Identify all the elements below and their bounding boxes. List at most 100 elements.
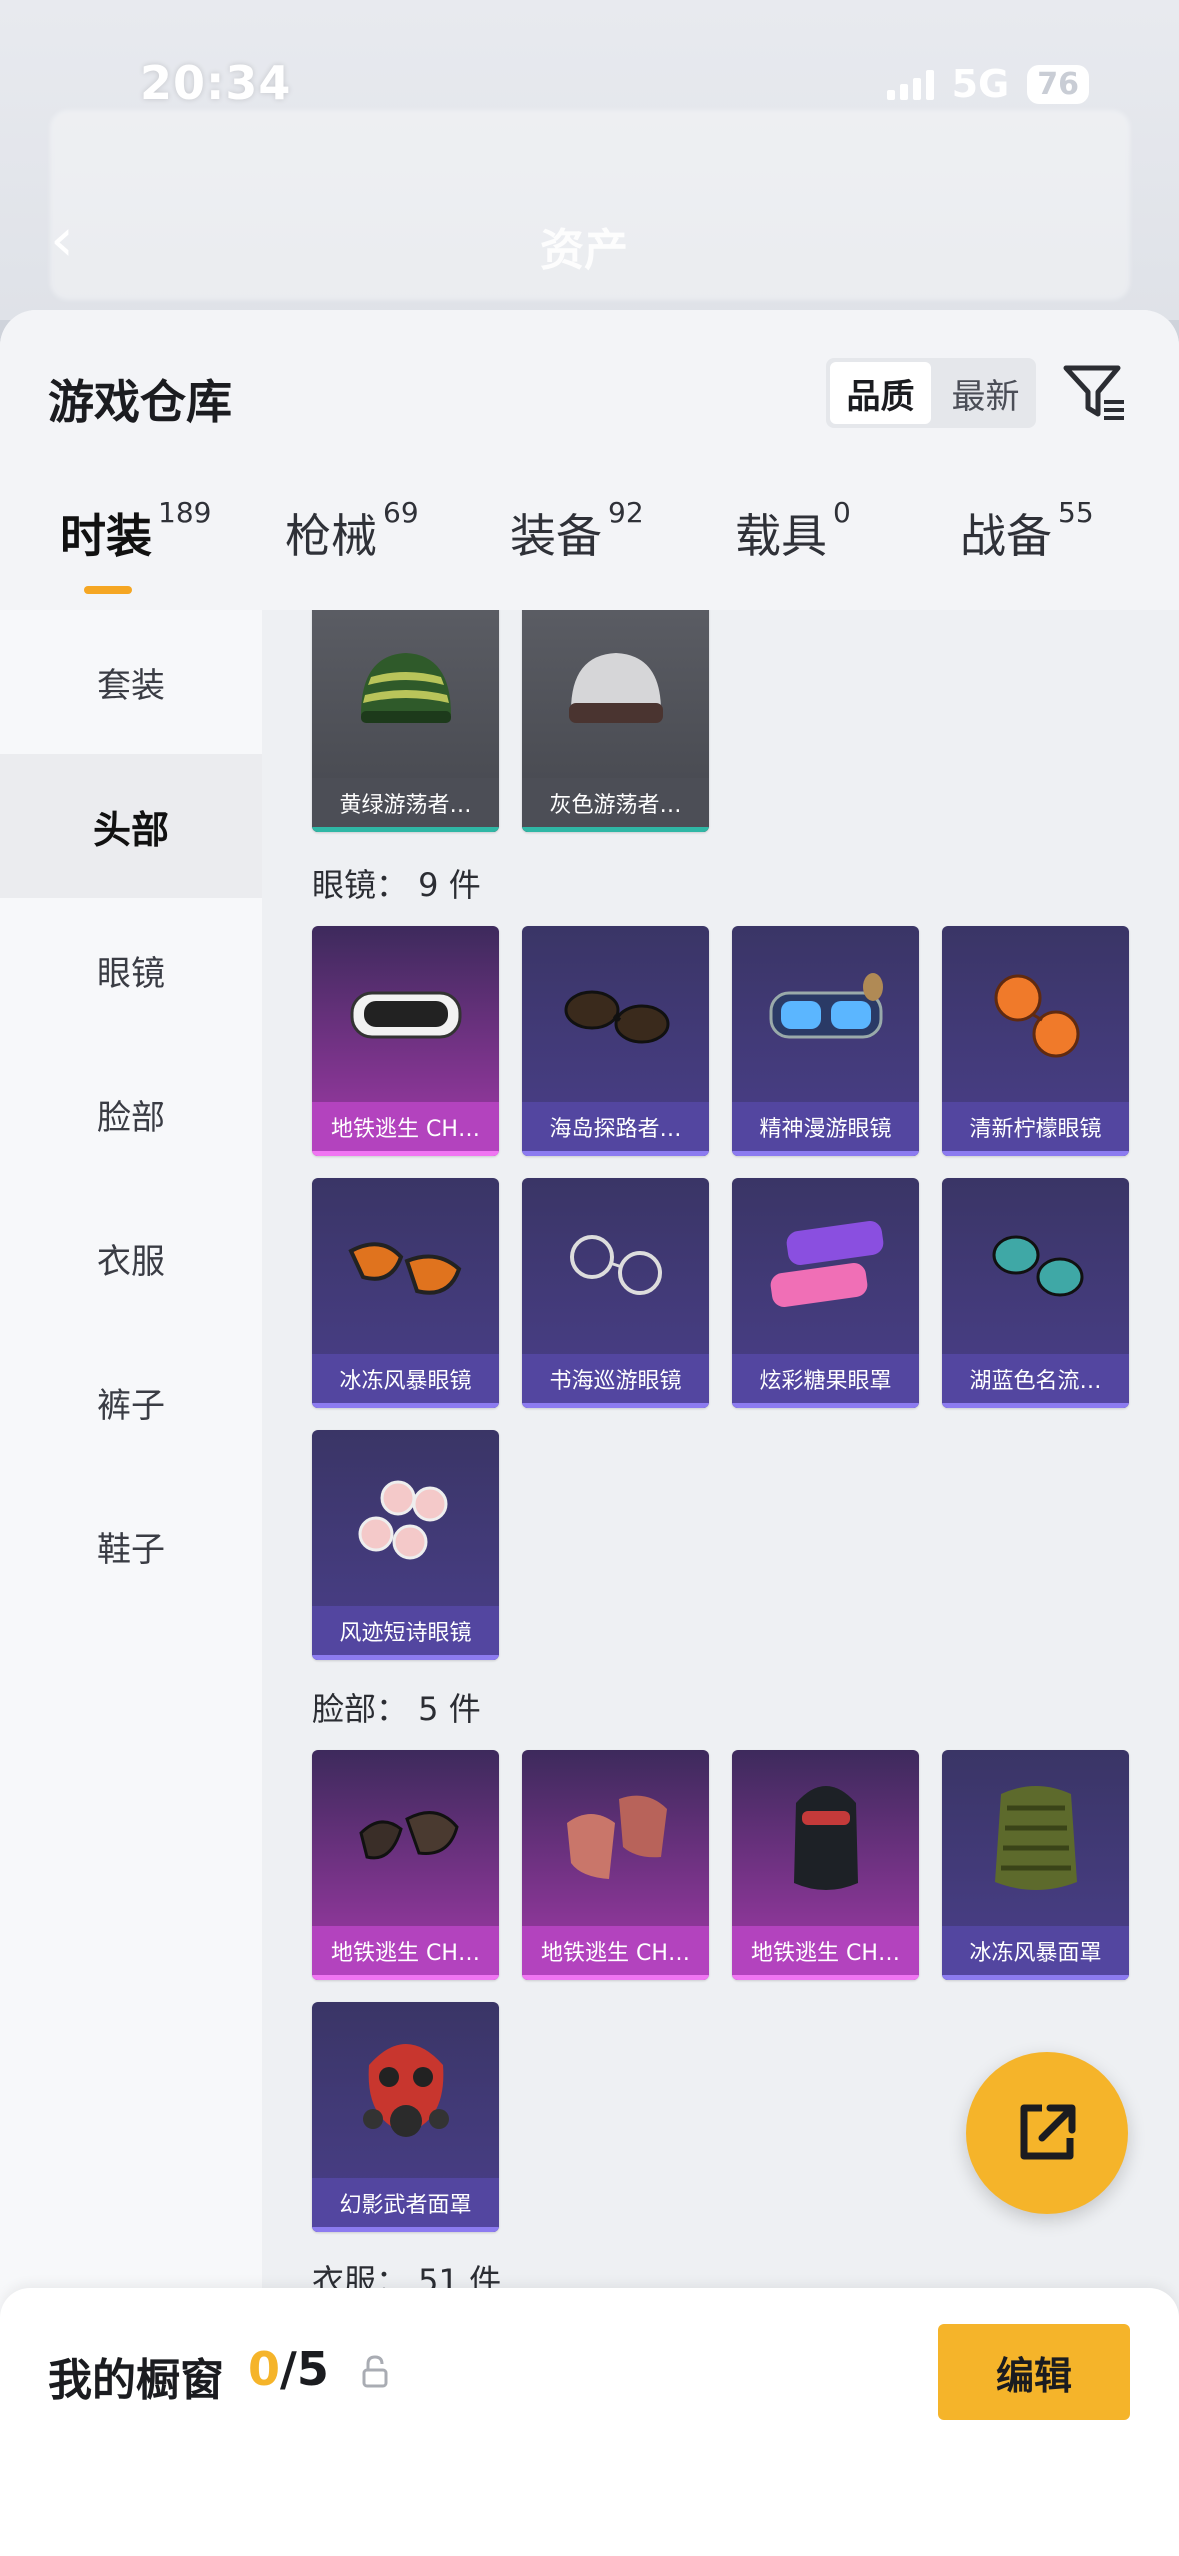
orange-sunglasses-icon <box>312 1178 499 1354</box>
sheet-title: 游戏仓库 <box>48 375 232 429</box>
item-card[interactable]: 清新柠檬眼镜 <box>942 926 1129 1156</box>
gas-mask-icon <box>312 2002 499 2178</box>
tab-count: 92 <box>608 496 644 529</box>
round-glasses-icon <box>522 1178 709 1354</box>
sidebar-item-face[interactable]: 脸部 <box>0 1042 262 1186</box>
item-card[interactable]: 黄绿游荡者… <box>312 610 499 832</box>
candy-eyemask-icon <box>732 1178 919 1354</box>
sidebar-item-head[interactable]: 头部 <box>0 754 262 898</box>
item-name: 黄绿游荡者… <box>312 778 499 832</box>
half-mask-icon <box>312 1750 499 1926</box>
sheet-header: 游戏仓库 品质 最新 时装 189 枪械 69 装备 92 载具 0 战备 55 <box>0 310 1179 610</box>
tab-count: 0 <box>833 496 851 529</box>
item-name: 冰冻风暴眼镜 <box>312 1354 499 1408</box>
item-name: 海岛探路者… <box>522 1102 709 1156</box>
lemon-glasses-icon <box>942 926 1129 1102</box>
status-time: 20:34 <box>140 56 292 110</box>
warehouse-sheet: 游戏仓库 品质 最新 时装 189 枪械 69 装备 92 载具 0 战备 55… <box>0 310 1179 2556</box>
tab-vehicles[interactable]: 载具 0 <box>735 496 851 590</box>
item-card[interactable]: 地铁逃生 CH… <box>312 926 499 1156</box>
item-card[interactable]: 灰色游荡者… <box>522 610 709 832</box>
item-card[interactable]: 地铁逃生 CH… <box>732 1750 919 1980</box>
share-button[interactable] <box>966 2052 1128 2214</box>
category-sidebar: 套装 头部 眼镜 脸部 衣服 裤子 鞋子 <box>0 610 262 2556</box>
lock-icon <box>362 2355 388 2388</box>
tab-weapons[interactable]: 枪械 69 <box>285 496 419 590</box>
blue-goggles-icon <box>732 926 919 1102</box>
status-indicators: 5G 76 <box>886 62 1089 106</box>
tab-count: 55 <box>1058 496 1094 529</box>
category-tabs: 时装 189 枪械 69 装备 92 载具 0 战备 55 <box>0 496 1179 590</box>
item-card[interactable]: 幻影武者面罩 <box>312 2002 499 2232</box>
section-title-glasses: 眼镜： 9 件 <box>312 866 481 904</box>
item-card[interactable]: 海岛探路者… <box>522 926 709 1156</box>
grey-beanie-icon <box>522 610 709 778</box>
item-grid: 黄绿游荡者… 灰色游荡者… 眼镜： 9 件 地铁逃生 CH… 海岛探路者… 精神… <box>262 610 1179 2556</box>
item-card[interactable]: 冰冻风暴眼镜 <box>312 1178 499 1408</box>
showcase-total: /5 <box>280 2342 329 2396</box>
tab-label: 载具 <box>735 509 827 563</box>
sunglasses-icon <box>522 926 709 1102</box>
sidebar-item-pants[interactable]: 裤子 <box>0 1330 262 1474</box>
sidebar-item-outfit[interactable]: 套装 <box>0 610 262 754</box>
item-name: 灰色游荡者… <box>522 778 709 832</box>
item-card[interactable]: 地铁逃生 CH… <box>522 1750 709 1980</box>
item-card[interactable]: 精神漫游眼镜 <box>732 926 919 1156</box>
tab-label: 战备 <box>960 509 1052 563</box>
item-card[interactable]: 冰冻风暴面罩 <box>942 1750 1129 1980</box>
sidebar-item-shoes[interactable]: 鞋子 <box>0 1474 262 1618</box>
teal-glasses-icon <box>942 1178 1129 1354</box>
tab-label: 枪械 <box>285 509 377 563</box>
item-name: 地铁逃生 CH… <box>522 1926 709 1980</box>
item-card[interactable]: 炫彩糖果眼罩 <box>732 1178 919 1408</box>
goggles-icon <box>312 926 499 1102</box>
item-name: 湖蓝色名流… <box>942 1354 1129 1408</box>
background-title: 资产 <box>540 225 628 276</box>
item-name: 地铁逃生 CH… <box>312 1926 499 1980</box>
background-page: 20:34 5G 76 ‹ 资产 <box>0 0 1179 320</box>
item-name: 精神漫游眼镜 <box>732 1102 919 1156</box>
battery-icon: 76 <box>1027 64 1089 104</box>
item-name: 地铁逃生 CH… <box>312 1102 499 1156</box>
showcase-title: 我的橱窗 <box>48 2355 224 2406</box>
item-name: 书海巡游眼镜 <box>522 1354 709 1408</box>
signal-icon <box>886 68 934 100</box>
tab-label: 时装 <box>60 509 152 563</box>
item-name: 幻影武者面罩 <box>312 2178 499 2232</box>
camo-neck-gaiter-icon <box>942 1750 1129 1926</box>
item-name: 地铁逃生 CH… <box>732 1926 919 1980</box>
back-chevron-icon[interactable]: ‹ <box>50 210 90 270</box>
sidebar-item-glasses[interactable]: 眼镜 <box>0 898 262 1042</box>
sort-toggle: 品质 最新 <box>826 358 1036 428</box>
item-card[interactable]: 风迹短诗眼镜 <box>312 1430 499 1660</box>
network-label: 5G <box>951 62 1010 106</box>
item-card[interactable]: 地铁逃生 CH… <box>312 1750 499 1980</box>
section-title-face: 脸部： 5 件 <box>312 1690 481 1728</box>
item-name: 风迹短诗眼镜 <box>312 1606 499 1660</box>
share-icon <box>1020 2104 1076 2160</box>
showcase-bar: 我的橱窗 0/5 编辑 <box>0 2288 1179 2556</box>
showcase-current: 0 <box>248 2342 281 2396</box>
tab-count: 189 <box>158 496 212 529</box>
showcase-count: 0/5 <box>248 2342 329 2396</box>
tab-supplies[interactable]: 战备 55 <box>960 496 1094 590</box>
item-card[interactable]: 书海巡游眼镜 <box>522 1178 709 1408</box>
balaclava-icon <box>732 1750 919 1926</box>
item-card[interactable]: 湖蓝色名流… <box>942 1178 1129 1408</box>
item-name: 炫彩糖果眼罩 <box>732 1354 919 1408</box>
tab-equipment[interactable]: 装备 92 <box>510 496 644 590</box>
tab-count: 69 <box>383 496 419 529</box>
pink-round-glasses-icon <box>312 1430 499 1606</box>
item-name: 冰冻风暴面罩 <box>942 1926 1129 1980</box>
bandana-icon <box>522 1750 709 1926</box>
active-tab-indicator <box>84 586 132 594</box>
sort-quality-button[interactable]: 品质 <box>830 362 931 424</box>
sidebar-item-clothes[interactable]: 衣服 <box>0 1186 262 1330</box>
filter-icon[interactable] <box>1062 360 1128 426</box>
edit-button[interactable]: 编辑 <box>938 2324 1130 2420</box>
sort-latest-button[interactable]: 最新 <box>935 358 1036 428</box>
tab-fashion[interactable]: 时装 189 <box>60 496 211 590</box>
striped-beanie-icon <box>312 610 499 778</box>
item-name: 清新柠檬眼镜 <box>942 1102 1129 1156</box>
tab-label: 装备 <box>510 509 602 563</box>
